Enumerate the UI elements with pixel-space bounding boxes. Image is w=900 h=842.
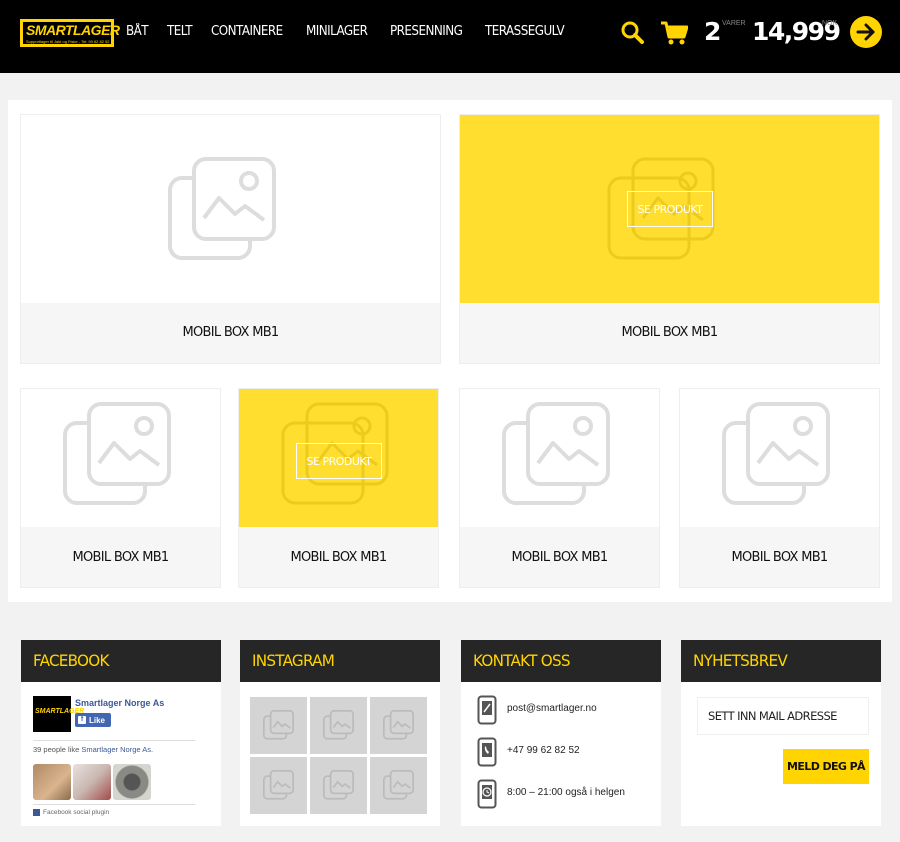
facebook-title: FACEBOOK	[33, 651, 109, 670]
instagram-box: INSTAGRAM	[240, 640, 440, 826]
contact-email[interactable]: post@smartlager.no	[507, 703, 597, 714]
nav-item-bat[interactable]: BÅT	[126, 24, 149, 39]
facebook-page-logo[interactable]: SMARTLAGER	[33, 696, 84, 732]
product-image[interactable]	[460, 389, 659, 527]
facebook-page-link[interactable]: Smartlager Norge As	[81, 745, 151, 754]
clock-icon	[477, 779, 497, 809]
facebook-box: FACEBOOK SMARTLAGER Smartlager Norge As …	[21, 640, 221, 826]
nav-item-presenning[interactable]: PRESENNING	[390, 24, 463, 39]
logo-subtext: Supportlager til Jakt og Fiske - Tel: 99…	[26, 39, 110, 44]
site-logo[interactable]: SMARTLAGER Supportlager til Jakt og Fisk…	[20, 19, 120, 47]
avatar[interactable]	[33, 764, 71, 800]
email-icon	[477, 695, 497, 725]
product-card[interactable]: MOBIL BOX MB1	[679, 388, 880, 588]
search-icon[interactable]	[620, 20, 644, 44]
instagram-thumbnail[interactable]	[370, 757, 427, 814]
site-header: SMARTLAGER Supportlager til Jakt og Fisk…	[0, 0, 900, 73]
image-placeholder-icon	[63, 402, 171, 505]
product-title[interactable]: MOBIL BOX MB1	[21, 325, 440, 340]
newsletter-email-input[interactable]: SETT INN MAIL ADRESSE	[697, 697, 869, 735]
facebook-like-button[interactable]: f Like	[75, 713, 111, 727]
newsletter-title: NYHETSBREV	[693, 651, 788, 670]
instagram-thumbnail[interactable]	[370, 697, 427, 754]
instagram-title: INSTAGRAM	[252, 651, 335, 670]
product-image[interactable]	[680, 389, 879, 527]
facebook-icon	[33, 809, 40, 816]
product-card[interactable]: SE PRODUKT MOBIL BOX MB1	[238, 388, 439, 588]
image-placeholder-icon	[383, 770, 414, 800]
cart-total-label: NOK	[822, 20, 838, 27]
divider	[33, 804, 195, 805]
image-placeholder-icon	[383, 710, 414, 740]
contact-phone[interactable]: +47 99 62 82 52	[507, 745, 580, 756]
instagram-thumbnail[interactable]	[310, 697, 367, 754]
image-placeholder-icon	[502, 402, 610, 505]
image-placeholder-icon	[323, 710, 354, 740]
product-card[interactable]: MOBIL BOX MB1	[459, 388, 660, 588]
divider	[33, 740, 195, 741]
avatar[interactable]	[113, 764, 151, 800]
product-title[interactable]: MOBIL BOX MB1	[460, 325, 879, 340]
arrow-right-icon	[856, 23, 875, 41]
facebook-page-name[interactable]: Smartlager Norge As	[75, 698, 164, 708]
image-placeholder-icon	[263, 710, 294, 740]
facebook-box-header: FACEBOOK	[21, 640, 221, 682]
product-title[interactable]: MOBIL BOX MB1	[239, 550, 438, 565]
product-image[interactable]	[21, 389, 220, 527]
cart-count[interactable]: 2	[704, 17, 721, 46]
instagram-thumbnail[interactable]	[250, 697, 307, 754]
see-product-button[interactable]: SE PRODUKT	[627, 191, 713, 227]
phone-icon	[477, 737, 497, 767]
see-product-button[interactable]: SE PRODUKT	[296, 443, 382, 479]
image-placeholder-icon	[323, 770, 354, 800]
facebook-likes-text: 39 people like Smartlager Norge As.	[33, 745, 154, 754]
image-placeholder-icon	[168, 157, 276, 260]
product-image[interactable]: SE PRODUKT	[239, 389, 438, 527]
checkout-button[interactable]	[850, 16, 882, 48]
newsletter-box-header: NYHETSBREV	[681, 640, 881, 682]
newsletter-box: NYHETSBREV SETT INN MAIL ADRESSE MELD DE…	[681, 640, 881, 826]
newsletter-subscribe-button[interactable]: MELD DEG PÅ	[783, 749, 869, 784]
contact-hours: 8:00 – 21:00 også i helgen	[507, 787, 625, 798]
product-card[interactable]: MOBIL BOX MB1	[20, 388, 221, 588]
product-image[interactable]	[21, 115, 440, 303]
avatar[interactable]	[73, 764, 111, 800]
nav-item-minilager[interactable]: MINILAGER	[306, 24, 368, 39]
nav-item-telt[interactable]: TELT	[167, 24, 193, 39]
contact-box: KONTAKT OSS post@smartlager.no +47 99 62…	[461, 640, 661, 826]
instagram-thumbnail[interactable]	[310, 757, 367, 814]
main-nav: BÅT TELT CONTAINERE MINILAGER PRESENNING…	[126, 24, 588, 39]
product-grid: MOBIL BOX MB1 SE PRODUKT MOBIL BOX MB1 M…	[8, 100, 892, 602]
nav-item-terassegulv[interactable]: TERASSEGULV	[485, 24, 565, 39]
cart-count-label: VARER	[722, 20, 746, 27]
facebook-plugin-credit: Facebook social plugin	[33, 809, 109, 816]
facebook-like-label: Like	[89, 715, 106, 725]
product-title[interactable]: MOBIL BOX MB1	[21, 550, 220, 565]
image-placeholder-icon	[263, 770, 294, 800]
product-title[interactable]: MOBIL BOX MB1	[460, 550, 659, 565]
facebook-icon: f	[78, 716, 86, 724]
product-card[interactable]: MOBIL BOX MB1	[20, 114, 441, 364]
instagram-thumbnail[interactable]	[250, 757, 307, 814]
contact-box-header: KONTAKT OSS	[461, 640, 661, 682]
logo-text: SMARTLAGER	[26, 22, 120, 38]
product-title[interactable]: MOBIL BOX MB1	[680, 550, 879, 565]
cart-icon[interactable]	[660, 20, 688, 46]
image-placeholder-icon	[722, 402, 830, 505]
contact-title: KONTAKT OSS	[473, 651, 571, 670]
nav-item-containere[interactable]: CONTAINERE	[211, 24, 283, 39]
instagram-box-header: INSTAGRAM	[240, 640, 440, 682]
product-image[interactable]: SE PRODUKT	[460, 115, 879, 303]
product-card[interactable]: SE PRODUKT MOBIL BOX MB1	[459, 114, 880, 364]
